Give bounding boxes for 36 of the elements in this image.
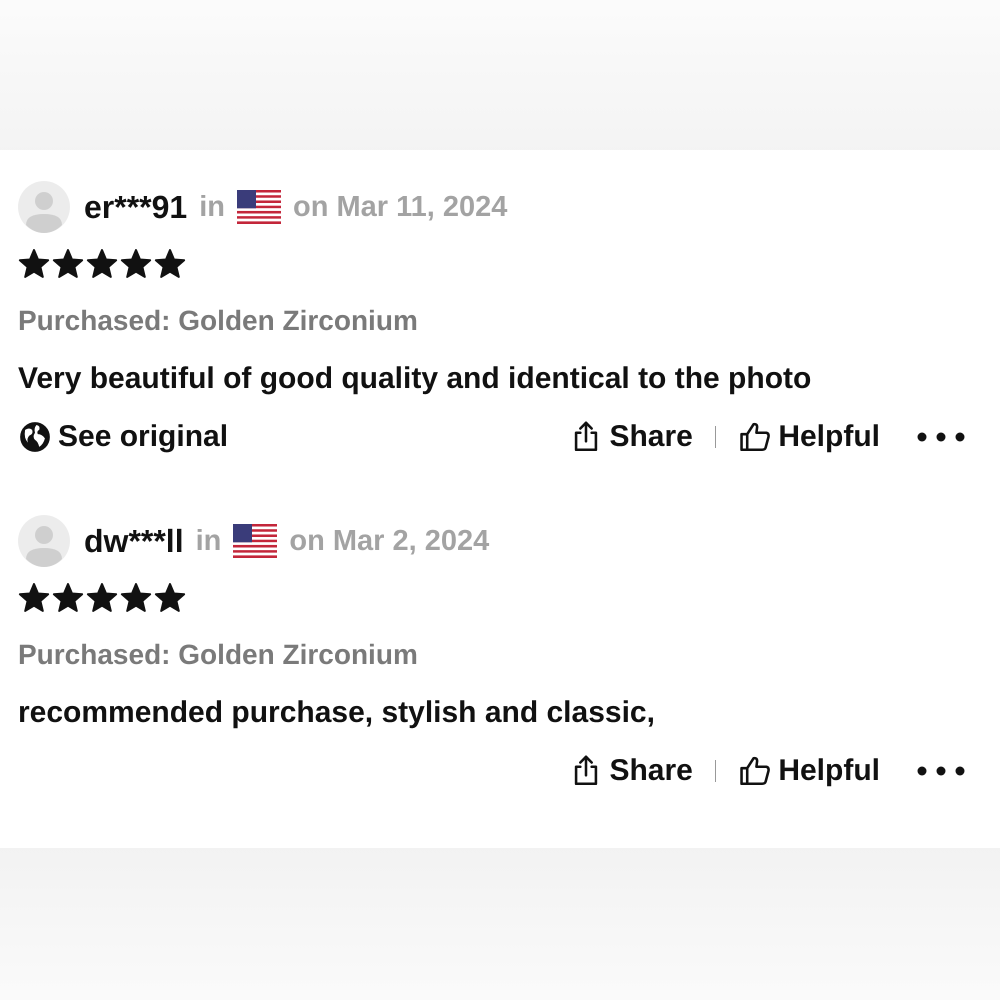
review-date: on Mar 2, 2024 (289, 524, 490, 558)
star-icon (52, 248, 84, 280)
globe-icon (18, 420, 52, 454)
star-icon (86, 248, 118, 280)
helpful-button[interactable]: Helpful (738, 754, 880, 788)
share-button[interactable]: Share (569, 754, 693, 788)
star-icon (86, 582, 118, 614)
see-original-button[interactable]: See original (18, 420, 228, 454)
share-button[interactable]: Share (569, 420, 693, 454)
reviewer-name: dw***ll (84, 522, 184, 560)
more-options-button[interactable] (916, 431, 966, 443)
flag-icon (233, 524, 278, 558)
more-options-button[interactable] (916, 765, 966, 777)
star-icon (154, 248, 186, 280)
review-text: recommended purchase, stylish and classic, (18, 696, 655, 730)
star-icon (52, 582, 84, 614)
purchased-variant: Purchased: Golden Zirconium (18, 639, 418, 671)
reviewer-name: er***91 (84, 188, 188, 226)
thumbs-up-icon (738, 754, 772, 788)
flag-icon (236, 190, 281, 224)
avatar-icon (18, 515, 70, 567)
star-icon (154, 582, 186, 614)
star-icon (18, 248, 50, 280)
avatar-icon (18, 181, 70, 233)
in-label: in (196, 524, 222, 558)
more-icon (916, 765, 966, 777)
review-date: on Mar 11, 2024 (292, 190, 508, 224)
in-label: in (199, 190, 225, 224)
review-text: Very beautiful of good quality and identical to the photo (18, 362, 812, 396)
helpful-button[interactable]: Helpful (738, 420, 880, 454)
more-icon (916, 431, 966, 443)
star-icon (18, 582, 50, 614)
purchased-variant: Purchased: Golden Zirconium (18, 305, 418, 337)
star-icon (120, 582, 152, 614)
thumbs-up-icon (738, 420, 772, 454)
star-icon (120, 248, 152, 280)
